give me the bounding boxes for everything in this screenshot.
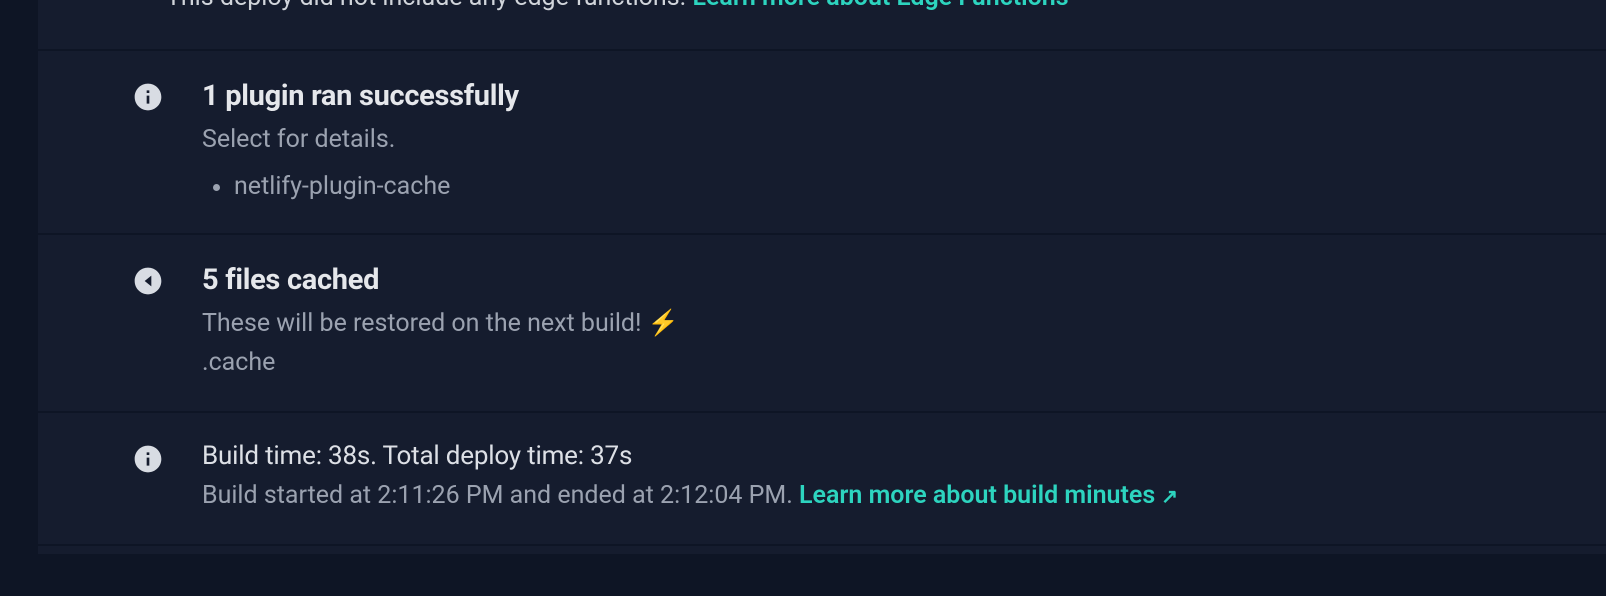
- cache-subtext: These will be restored on the next build…: [202, 305, 1550, 344]
- plugins-section[interactable]: 1 plugin ran successfully Select for det…: [38, 49, 1606, 233]
- build-time-sub: Build started at 2:11:26 PM and ended at…: [202, 477, 1550, 516]
- edge-functions-link[interactable]: Learn more about Edge Functions: [692, 0, 1068, 12]
- edge-functions-text: This deploy did not include any edge fun…: [166, 0, 692, 12]
- lightning-emoji: ⚡: [648, 309, 679, 338]
- deploy-summary-panel: This deploy did not include any edge fun…: [38, 0, 1606, 554]
- cache-heading: 5 files cached: [202, 263, 1550, 297]
- external-link-icon: ↗: [1161, 481, 1178, 512]
- bottom-edge: [38, 544, 1606, 554]
- build-time-main: Build time: 38s. Total deploy time: 37s: [202, 441, 1550, 471]
- plugin-item: netlify-plugin-cache: [234, 168, 1550, 206]
- plugins-list: netlify-plugin-cache: [202, 168, 1550, 206]
- plugins-heading: 1 plugin ran successfully: [202, 79, 1550, 113]
- info-icon: [132, 98, 164, 117]
- build-time-section[interactable]: Build time: 38s. Total deploy time: 37s …: [38, 411, 1606, 544]
- arrow-circle-left-icon: [132, 282, 164, 301]
- cache-section[interactable]: 5 files cached These will be restored on…: [38, 233, 1606, 411]
- cache-path: .cache: [202, 344, 1550, 383]
- info-icon: [132, 460, 164, 479]
- edge-functions-row: This deploy did not include any edge fun…: [38, 0, 1606, 29]
- build-minutes-link[interactable]: Learn more about build minutes↗: [799, 481, 1178, 510]
- plugins-subtext: Select for details.: [202, 121, 1550, 160]
